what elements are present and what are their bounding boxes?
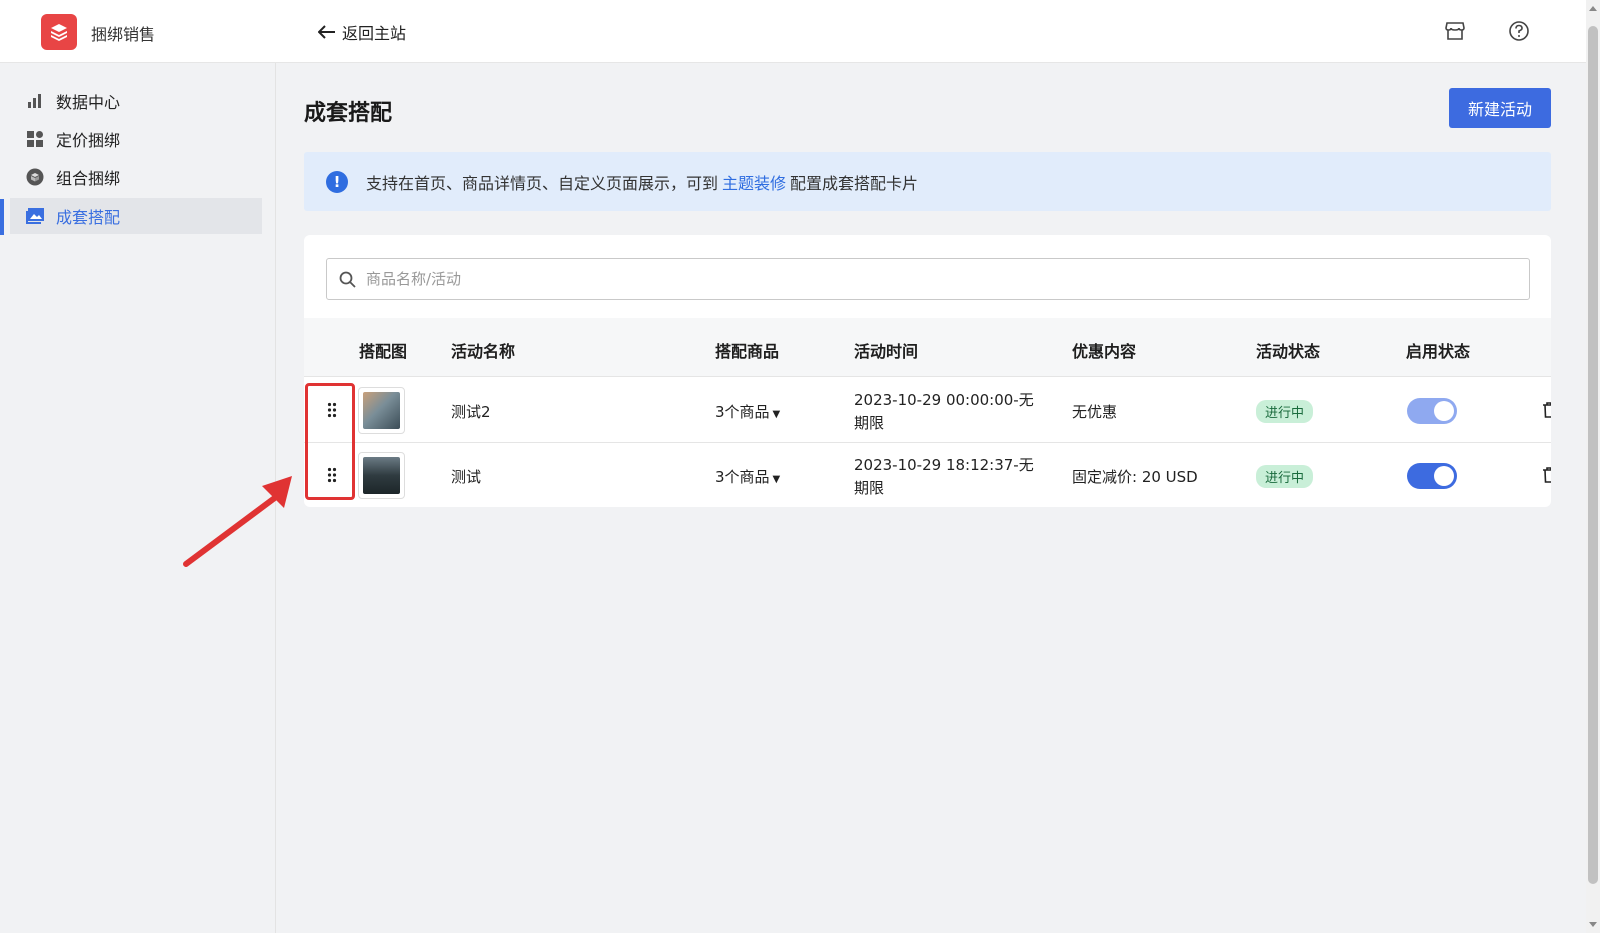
- sidebar-item-set-matching[interactable]: 成套搭配: [10, 198, 262, 234]
- image-icon: [26, 207, 44, 225]
- col-header-image: 搭配图: [359, 342, 408, 361]
- table-row: 测试2 3个商品 ▼ 2023-10-29 00:00:00-无 期限 无优惠 进…: [304, 378, 1551, 443]
- delete-icon[interactable]: [1542, 402, 1551, 418]
- drag-handle-icon[interactable]: [327, 467, 337, 483]
- col-header-time: 活动时间: [854, 342, 919, 361]
- scroll-up-icon[interactable]: [1589, 6, 1597, 11]
- activity-name[interactable]: 测试: [451, 466, 481, 487]
- discount-content: 固定减价: 20 USD: [1072, 468, 1198, 486]
- scrollbar[interactable]: [1586, 0, 1600, 933]
- products-count: 3个商品: [715, 468, 770, 486]
- activity-time-end: 期限: [854, 414, 885, 432]
- help-icon[interactable]: [1508, 20, 1530, 42]
- bundle-thumbnail[interactable]: [358, 387, 405, 434]
- app-name: 捆绑销售: [91, 25, 156, 44]
- sidebar: 数据中心 定价捆绑 组合捆绑 成套搭配: [0, 63, 276, 933]
- sidebar-item-label: 组合捆绑: [56, 169, 121, 188]
- enable-toggle[interactable]: [1407, 398, 1457, 424]
- box-icon: [26, 168, 44, 186]
- search-box[interactable]: [326, 258, 1530, 300]
- activity-table-card: 搭配图 活动名称 搭配商品 活动时间 优惠内容 活动状态 启用状态 测试2 3个…: [304, 235, 1551, 507]
- discount-content: 无优惠: [1072, 403, 1118, 421]
- col-header-products: 搭配商品: [715, 342, 780, 361]
- notice-text-after: 配置成套搭配卡片: [790, 173, 919, 193]
- activity-time-start: 2023-10-29 00:00:00-无: [854, 391, 1034, 409]
- activity-name[interactable]: 测试2: [451, 401, 491, 422]
- sidebar-item-pricing-bundle[interactable]: 定价捆绑: [10, 121, 262, 157]
- status-badge: 进行中: [1256, 400, 1314, 423]
- sidebar-item-label: 数据中心: [56, 93, 121, 112]
- bar-chart-icon: [26, 92, 44, 110]
- back-label: 返回主站: [342, 24, 407, 43]
- caret-down-icon: ▼: [772, 409, 781, 420]
- info-icon: !: [326, 170, 348, 193]
- activity-time-end: 期限: [854, 479, 885, 497]
- theme-decoration-link[interactable]: 主题装修: [722, 170, 786, 194]
- scrollbar-thumb[interactable]: [1588, 26, 1598, 884]
- col-header-discount: 优惠内容: [1072, 342, 1137, 361]
- col-header-status: 活动状态: [1256, 342, 1321, 361]
- active-indicator: [0, 199, 4, 235]
- app-logo-icon[interactable]: [41, 14, 77, 50]
- store-icon[interactable]: [1444, 20, 1466, 42]
- products-dropdown[interactable]: 3个商品 ▼: [715, 466, 780, 487]
- table-header: 搭配图 活动名称 搭配商品 活动时间 优惠内容 活动状态 启用状态: [304, 318, 1551, 377]
- notice-text: 支持在首页、商品详情页、自定义页面展示，可到: [366, 173, 719, 193]
- page-title: 成套搭配: [304, 101, 393, 126]
- enable-toggle[interactable]: [1407, 463, 1457, 489]
- bundle-thumbnail[interactable]: [358, 452, 405, 499]
- top-bar: 捆绑销售 返回主站: [0, 0, 1586, 63]
- search-input[interactable]: [366, 270, 1466, 288]
- table-row: 测试 3个商品 ▼ 2023-10-29 18:12:37-无 期限 固定减价: …: [304, 443, 1551, 507]
- caret-down-icon: ▼: [772, 474, 781, 485]
- drag-handle-icon[interactable]: [327, 402, 337, 418]
- scroll-down-icon[interactable]: [1589, 922, 1597, 927]
- arrow-left-icon: [318, 25, 335, 39]
- sidebar-item-label: 成套搭配: [56, 208, 121, 227]
- status-badge: 进行中: [1256, 465, 1314, 488]
- info-notice: ! 支持在首页、商品详情页、自定义页面展示，可到 主题装修 配置成套搭配卡片: [304, 152, 1551, 211]
- new-activity-button[interactable]: 新建活动: [1449, 88, 1551, 128]
- products-count: 3个商品: [715, 403, 770, 421]
- sidebar-item-data-center[interactable]: 数据中心: [10, 83, 262, 119]
- col-header-name: 活动名称: [451, 342, 516, 361]
- search-icon: [339, 271, 356, 288]
- products-dropdown[interactable]: 3个商品 ▼: [715, 401, 780, 422]
- delete-icon[interactable]: [1542, 467, 1551, 483]
- sidebar-item-label: 定价捆绑: [56, 131, 121, 150]
- col-header-enabled: 启用状态: [1406, 342, 1471, 361]
- activity-time-start: 2023-10-29 18:12:37-无: [854, 456, 1034, 474]
- sidebar-item-combo-bundle[interactable]: 组合捆绑: [10, 159, 262, 195]
- grid-icon: [26, 130, 44, 148]
- back-to-main-link[interactable]: 返回主站: [318, 20, 406, 44]
